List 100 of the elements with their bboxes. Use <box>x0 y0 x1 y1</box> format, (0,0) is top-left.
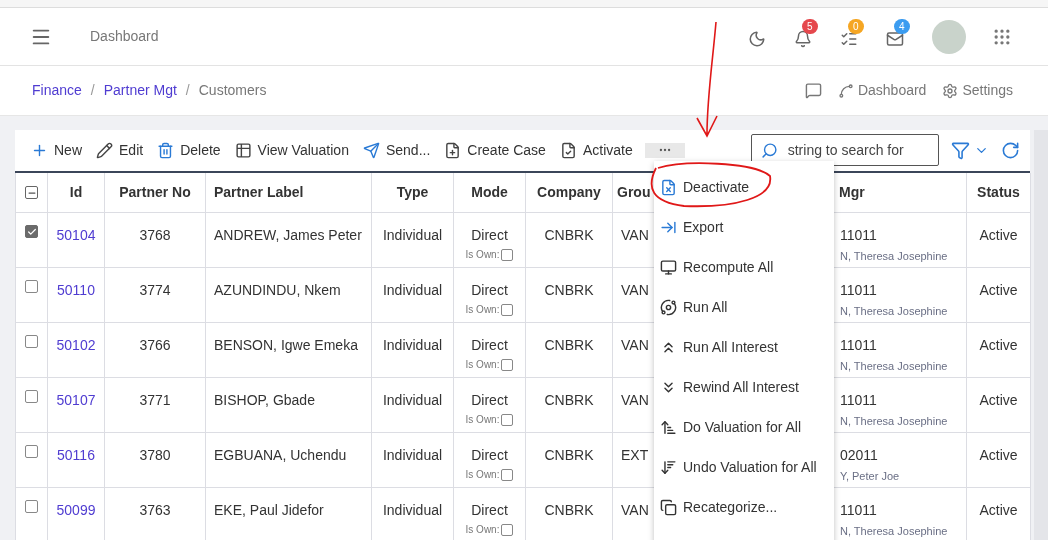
is-own-label: Is Own: <box>465 413 500 427</box>
menu-item[interactable]: Recategorize... <box>654 487 834 527</box>
column-header[interactable]: Grou <box>617 182 651 203</box>
menu-item[interactable]: Undo Valuation for All <box>654 447 834 487</box>
toolbar-button[interactable]: Send... <box>362 139 431 161</box>
send-icon <box>362 141 380 159</box>
table-cell: ANDREW, James Peter <box>214 227 362 243</box>
checkbox[interactable] <box>501 523 514 536</box>
column-header[interactable]: Partner No <box>119 182 191 203</box>
id-link[interactable]: 50110 <box>57 280 95 322</box>
table-cell: VAN <box>621 337 649 353</box>
id-link[interactable]: 50104 <box>56 225 96 267</box>
table-cell-text: Active <box>979 446 1018 465</box>
table-cell-text: Individual <box>382 446 443 465</box>
table-cell: VAN <box>621 502 649 518</box>
column-header[interactable]: Company <box>537 182 601 203</box>
checkbox[interactable] <box>501 413 514 426</box>
checkbox[interactable] <box>501 358 514 371</box>
table-cell: VAN <box>621 392 649 408</box>
table-cell-text: Active <box>979 281 1018 300</box>
id-link[interactable]: 50107 <box>56 390 96 432</box>
page-title: Dashboard <box>90 27 159 46</box>
column-header[interactable]: Id <box>69 182 83 203</box>
checkbox[interactable] <box>501 248 514 261</box>
table-cell-text: 11011 <box>840 391 878 410</box>
id-link[interactable]: 50099 <box>56 500 96 540</box>
breadcrumb-separator: / <box>185 81 190 100</box>
menu-item[interactable]: Do Valuation for All <box>654 407 834 447</box>
manager-name: N, Theresa Josephine <box>840 414 949 429</box>
checkbox[interactable] <box>25 500 38 513</box>
breadcrumb-link[interactable]: Finance <box>32 80 82 101</box>
table-cell-text: Direct <box>471 281 508 300</box>
search-icon <box>760 142 778 159</box>
toolbar-button[interactable]: Edit <box>96 139 144 161</box>
table-cell-text: Direct <box>471 226 508 245</box>
menu-item[interactable]: Deactivate <box>654 167 834 207</box>
column-header[interactable]: Partner Label <box>214 182 304 203</box>
column-header[interactable]: Status <box>977 182 1020 203</box>
orbit-icon <box>660 298 677 316</box>
table-cell-text: Active <box>979 336 1018 355</box>
toolbar-button[interactable]: View Valuation <box>234 139 349 161</box>
checkbox[interactable] <box>501 303 514 316</box>
count-badge: 4 <box>894 18 910 34</box>
mail-icon[interactable] <box>886 29 904 48</box>
toolbar-button[interactable]: Create Case <box>444 139 546 161</box>
table-cell-text: CNBRK <box>544 501 594 520</box>
table-cell-text: Active <box>979 391 1018 410</box>
column-header[interactable]: Mode <box>471 182 508 203</box>
comment-icon[interactable] <box>804 82 822 99</box>
column-header[interactable]: Type <box>396 182 429 203</box>
monitor-icon <box>660 258 677 276</box>
file-x-icon <box>660 178 677 196</box>
table-cell-text: CNBRK <box>544 391 594 410</box>
table-cell: BENSON, Igwe Emeka <box>214 337 358 353</box>
menu-item[interactable]: Recompute All <box>654 247 834 287</box>
table-cell-text: Individual <box>382 281 443 300</box>
id-link[interactable]: 50102 <box>56 335 96 377</box>
menu-item[interactable]: Export <box>654 207 834 247</box>
checkbox[interactable] <box>25 445 38 458</box>
checkbox[interactable] <box>25 390 38 403</box>
breadcrumb-link[interactable]: Partner Mgt <box>103 80 177 101</box>
table-cell-text: 3780 <box>139 446 171 465</box>
table-cell: BISHOP, Gbade <box>214 392 315 408</box>
select-all-checkbox[interactable] <box>25 186 38 199</box>
checkbox[interactable] <box>501 468 514 481</box>
table-cell-text: 3766 <box>139 336 171 355</box>
id-link[interactable]: 50116 <box>57 445 95 487</box>
is-own-label: Is Own: <box>465 468 500 482</box>
table-cell-text: 02011 <box>840 446 879 465</box>
file-check-icon <box>559 141 577 159</box>
moon-icon[interactable] <box>748 29 766 48</box>
manager-name: Y, Peter Joe <box>840 469 901 484</box>
filter-icon[interactable] <box>950 140 970 160</box>
table-cell-text: Individual <box>382 501 443 520</box>
checkbox[interactable] <box>25 335 38 348</box>
table-cell-text: CNBRK <box>544 281 594 300</box>
menu-item[interactable]: Run All Interest <box>654 327 834 367</box>
manager-name: N, Theresa Josephine <box>840 359 949 374</box>
toolbar-button[interactable]: Delete <box>157 139 221 161</box>
bell-icon[interactable] <box>794 29 812 48</box>
menu-item[interactable]: Run All <box>654 287 834 327</box>
table-cell: EGBUANA, Uchendu <box>214 447 347 463</box>
column-header[interactable]: Mgr <box>839 182 865 203</box>
table-cell-text: Direct <box>471 391 508 410</box>
table-cell-text: 11011 <box>840 501 878 520</box>
table-cell-text: 11011 <box>840 336 878 355</box>
menu-item[interactable]: Rewind All Interest <box>654 367 834 407</box>
settings-link[interactable]: Settings <box>942 80 1013 101</box>
table-cell-text: CNBRK <box>544 226 594 245</box>
copy-icon <box>660 498 677 516</box>
chart-line-icon <box>837 82 854 99</box>
dashboard-link[interactable]: Dashboard <box>837 80 927 101</box>
toolbar-button[interactable]: New <box>31 139 82 161</box>
toolbar-button[interactable]: Activate <box>559 139 633 161</box>
checkbox[interactable] <box>25 225 38 238</box>
refresh-icon[interactable] <box>1000 140 1020 160</box>
sort-down-icon <box>660 458 677 476</box>
table-cell-text: CNBRK <box>544 336 594 355</box>
checkbox[interactable] <box>25 280 38 293</box>
search-field[interactable]: string to search for <box>750 134 939 166</box>
